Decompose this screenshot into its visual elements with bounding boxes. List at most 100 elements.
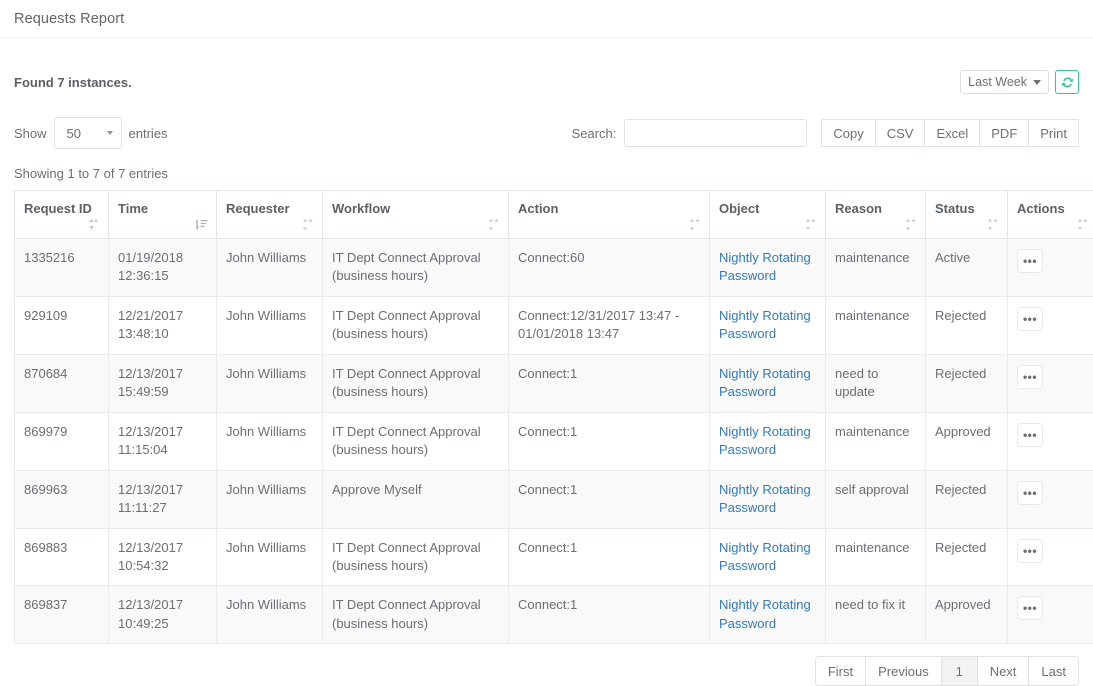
ellipsis-icon: ••• (1023, 547, 1037, 555)
object-link[interactable]: Nightly Rotating Password (719, 424, 811, 457)
page-length-value: 50 (67, 126, 81, 141)
column-label: Requester (226, 201, 290, 216)
column-header-reason[interactable]: Reason (826, 191, 926, 239)
column-header-request-id[interactable]: Request ID (15, 191, 109, 239)
cell-request-id: 869979 (15, 412, 109, 470)
cell-action: Connect:1 (509, 470, 710, 528)
sort-both-icon (488, 218, 500, 231)
table-row: 87068412/13/2017 15:49:59John WilliamsIT… (15, 354, 1093, 412)
row-actions-button[interactable]: ••• (1017, 539, 1043, 563)
cell-action: Connect:1 (509, 412, 710, 470)
time-range-dropdown[interactable]: Last Week (960, 70, 1049, 94)
column-header-action[interactable]: Action (509, 191, 710, 239)
table-row: 86997912/13/2017 11:15:04John WilliamsIT… (15, 412, 1093, 470)
cell-action: Connect:1 (509, 528, 710, 586)
print-button[interactable]: Print (1029, 119, 1079, 147)
pagination-first[interactable]: First (816, 657, 865, 685)
pagination-previous[interactable]: Previous (865, 657, 941, 685)
column-header-time[interactable]: Time (109, 191, 217, 239)
column-header-actions[interactable]: Actions (1008, 191, 1093, 239)
cell-request-id: 929109 (15, 296, 109, 354)
cell-reason: self approval (826, 470, 926, 528)
cell-status: Active (926, 239, 1008, 297)
sort-both-icon (689, 218, 701, 231)
copy-button[interactable]: Copy (821, 119, 875, 147)
cell-reason: maintenance (826, 239, 926, 297)
cell-time: 12/13/2017 10:54:32 (109, 528, 217, 586)
cell-reason: need to update (826, 354, 926, 412)
object-link[interactable]: Nightly Rotating Password (719, 366, 811, 399)
pagination-next[interactable]: Next (977, 657, 1029, 685)
cell-time: 12/13/2017 11:15:04 (109, 412, 217, 470)
sort-both-icon (302, 218, 314, 231)
object-link[interactable]: Nightly Rotating Password (719, 540, 811, 573)
page-title: Requests Report (14, 11, 124, 27)
row-actions-button[interactable]: ••• (1017, 481, 1043, 505)
column-label: Workflow (332, 201, 390, 216)
cell-request-id: 869837 (15, 586, 109, 644)
row-actions-button[interactable]: ••• (1017, 596, 1043, 620)
column-header-object[interactable]: Object (710, 191, 826, 239)
ellipsis-icon: ••• (1023, 315, 1037, 323)
sort-amount-desc-icon (196, 218, 208, 231)
page-length-select[interactable]: 50 (54, 117, 122, 149)
ellipsis-icon: ••• (1023, 257, 1037, 265)
pagination: First Previous 1 Next Last (815, 656, 1079, 686)
found-instances-label: Found 7 instances. (14, 75, 132, 90)
row-actions-button[interactable]: ••• (1017, 365, 1043, 389)
object-link[interactable]: Nightly Rotating Password (719, 308, 811, 341)
range-controls: Last Week (960, 70, 1079, 94)
object-link[interactable]: Nightly Rotating Password (719, 482, 811, 515)
csv-button[interactable]: CSV (876, 119, 926, 147)
table-header-row: Request ID Time (15, 191, 1093, 239)
time-range-label: Last Week (968, 75, 1027, 89)
cell-object: Nightly Rotating Password (710, 470, 826, 528)
cell-reason: maintenance (826, 528, 926, 586)
table-row: 133521601/19/2018 12:36:15John WilliamsI… (15, 239, 1093, 297)
column-header-workflow[interactable]: Workflow (323, 191, 509, 239)
column-label: Request ID (24, 201, 92, 216)
cell-requester: John Williams (217, 470, 323, 528)
pagination-page-1[interactable]: 1 (941, 657, 977, 685)
column-label: Reason (835, 201, 882, 216)
cell-workflow: Approve Myself (323, 470, 509, 528)
sort-both-icon (905, 218, 917, 231)
cell-object: Nightly Rotating Password (710, 296, 826, 354)
page-length-control: Show 50 entries (14, 117, 168, 149)
search-filter: Search: (572, 119, 808, 147)
pagination-last[interactable]: Last (1028, 657, 1078, 685)
pdf-button[interactable]: PDF (980, 119, 1029, 147)
entries-label: entries (129, 126, 168, 141)
cell-time: 12/13/2017 11:11:27 (109, 470, 217, 528)
object-link[interactable]: Nightly Rotating Password (719, 597, 811, 630)
requests-table: Request ID Time (14, 190, 1093, 644)
cell-object: Nightly Rotating Password (710, 412, 826, 470)
cell-workflow: IT Dept Connect Approval (business hours… (323, 528, 509, 586)
cell-object: Nightly Rotating Password (710, 354, 826, 412)
row-actions-button[interactable]: ••• (1017, 307, 1043, 331)
column-header-requester[interactable]: Requester (217, 191, 323, 239)
column-label: Status (935, 201, 975, 216)
datatable-info: Showing 1 to 7 of 7 entries (14, 166, 1079, 181)
summary-row: Found 7 instances. Last Week (14, 38, 1079, 94)
search-input[interactable] (624, 119, 807, 147)
table-head: Request ID Time (15, 191, 1093, 239)
column-header-status[interactable]: Status (926, 191, 1008, 239)
cell-workflow: IT Dept Connect Approval (business hours… (323, 586, 509, 644)
datatable-controls: Show 50 entries Search: Copy CSV Excel P… (14, 116, 1079, 150)
object-link[interactable]: Nightly Rotating Password (719, 250, 811, 283)
table-row: 92910912/21/2017 13:48:10John WilliamsIT… (15, 296, 1093, 354)
cell-object: Nightly Rotating Password (710, 239, 826, 297)
cell-actions: ••• (1008, 296, 1093, 354)
excel-button[interactable]: Excel (925, 119, 980, 147)
row-actions-button[interactable]: ••• (1017, 423, 1043, 447)
cell-time: 01/19/2018 12:36:15 (109, 239, 217, 297)
sort-both-icon (1077, 218, 1089, 231)
cell-actions: ••• (1008, 586, 1093, 644)
refresh-button[interactable] (1055, 70, 1079, 94)
cell-actions: ••• (1008, 412, 1093, 470)
cell-requester: John Williams (217, 296, 323, 354)
column-label: Time (118, 201, 148, 216)
cell-action: Connect:1 (509, 354, 710, 412)
row-actions-button[interactable]: ••• (1017, 249, 1043, 273)
